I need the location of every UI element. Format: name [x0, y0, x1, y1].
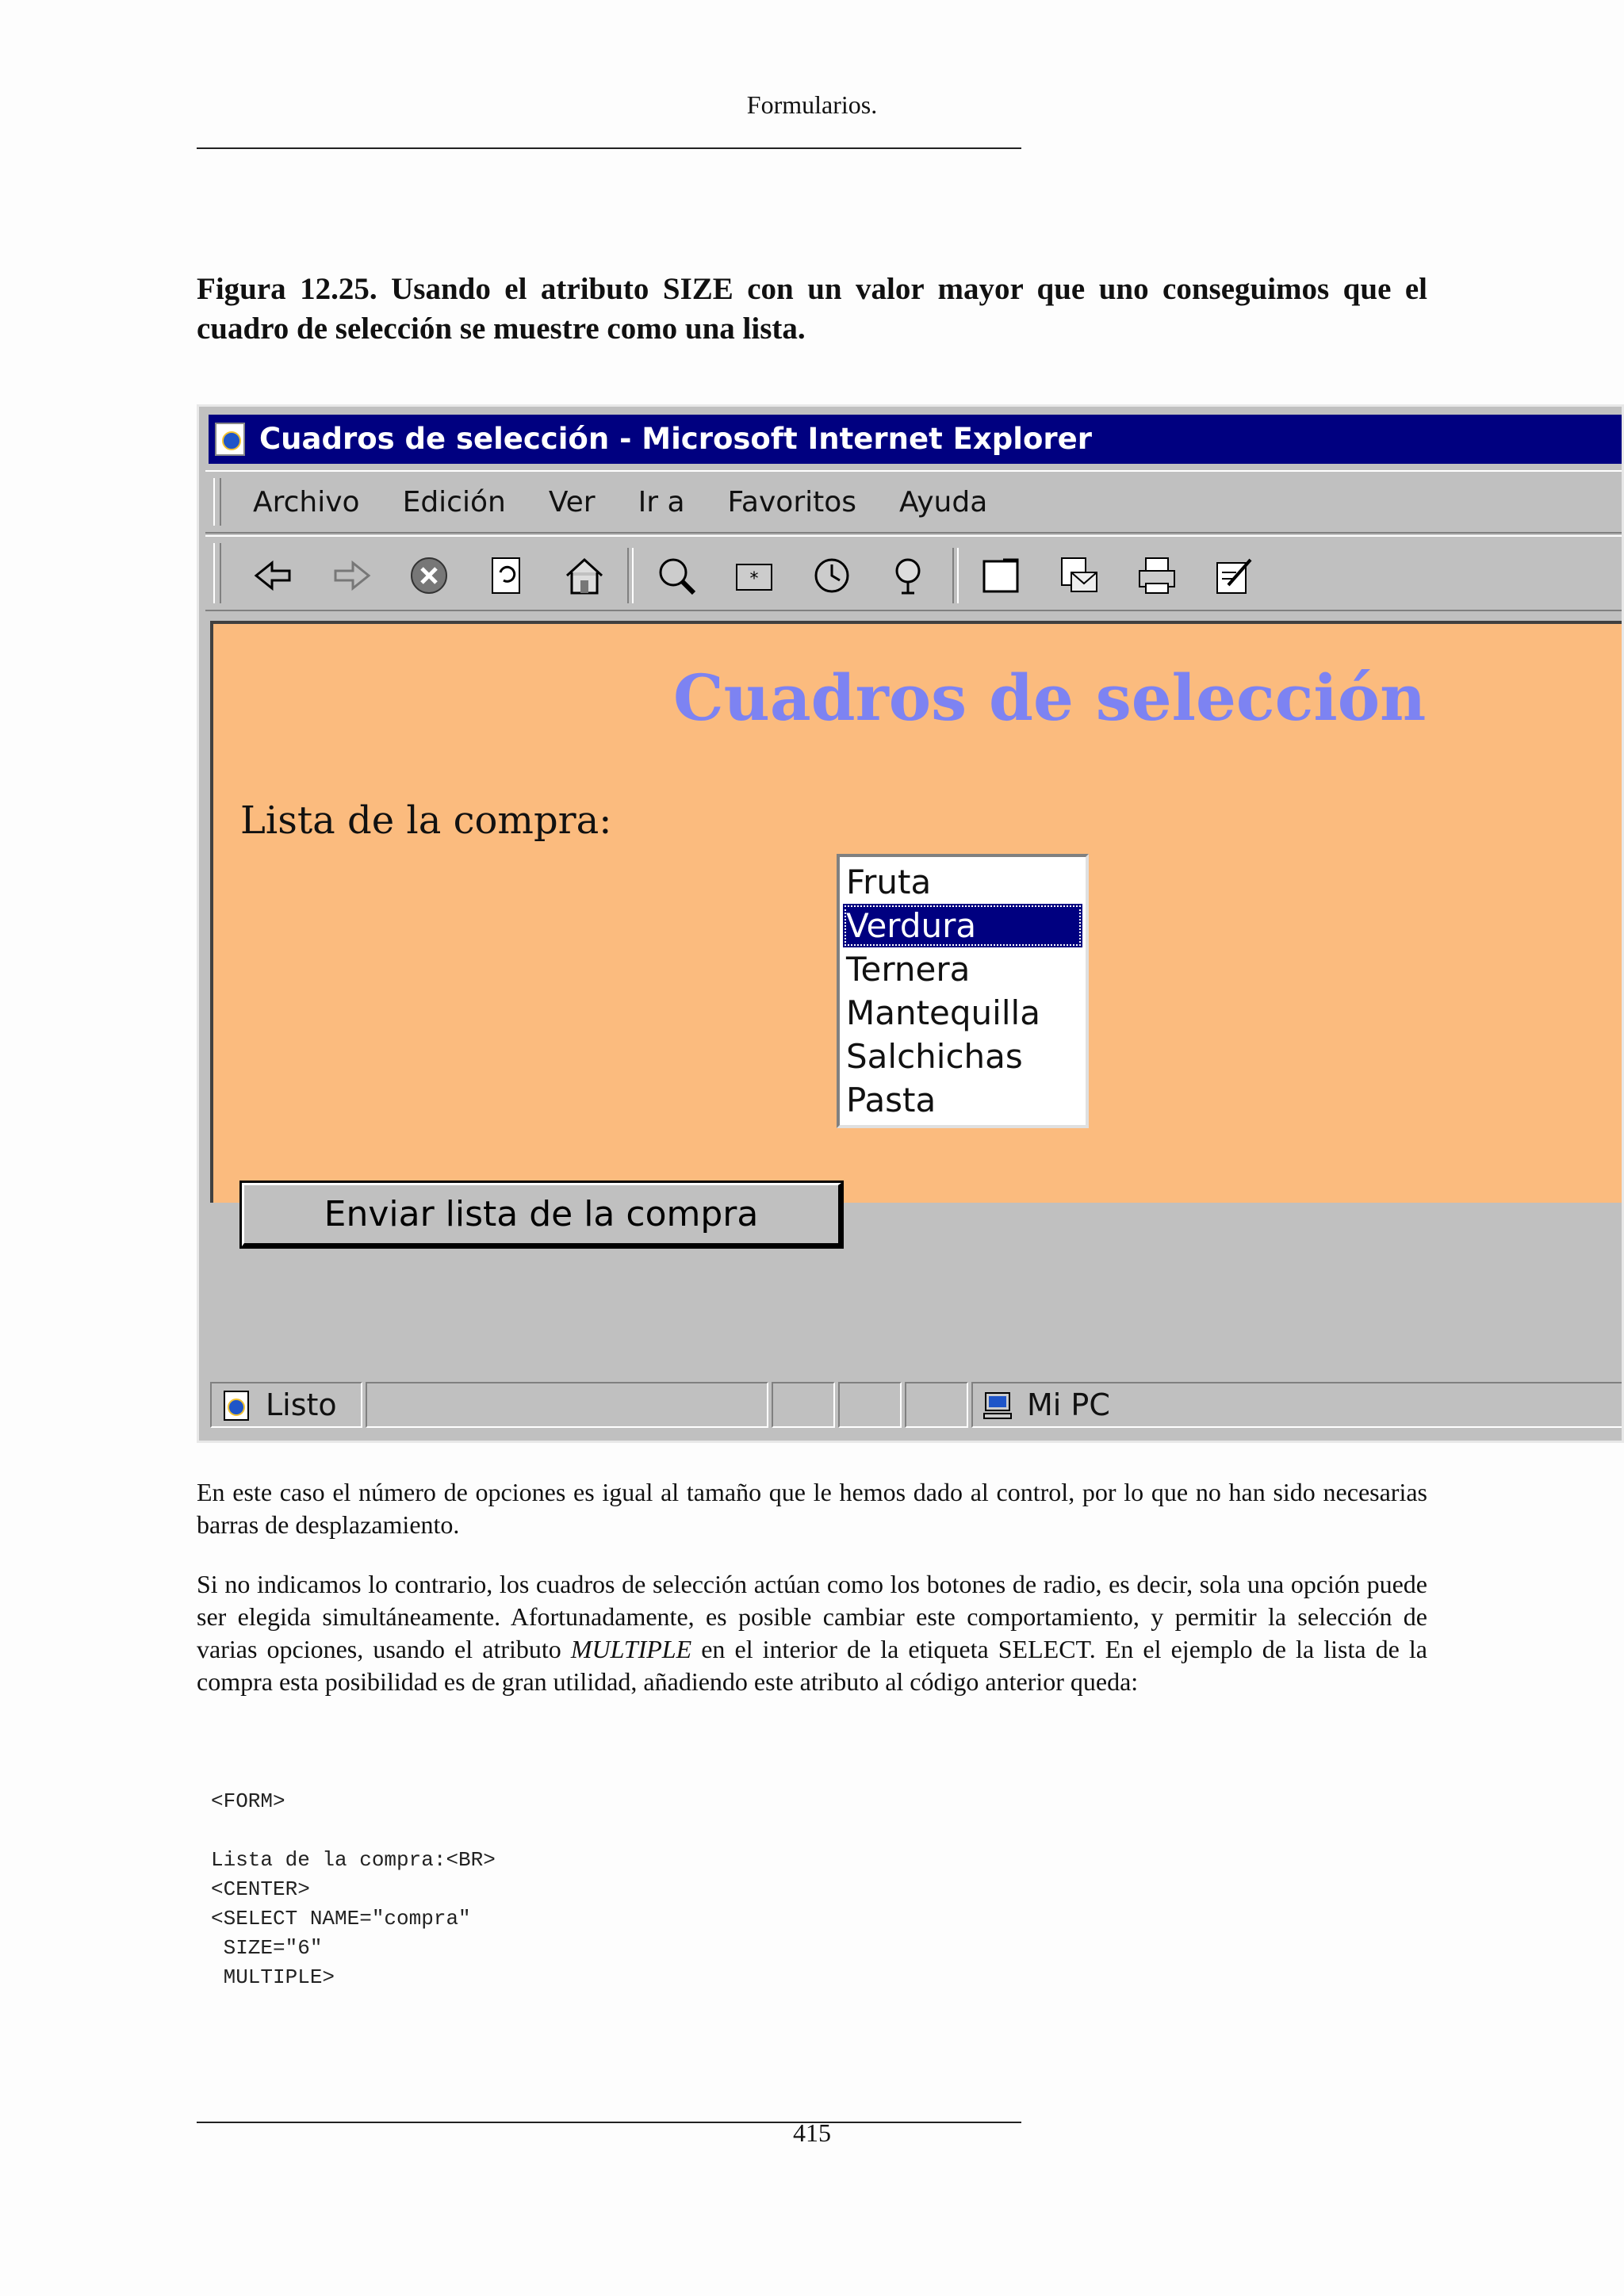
- status-panel: [905, 1382, 968, 1428]
- code-line: <CENTER>: [211, 1877, 310, 1901]
- status-text: Listo: [266, 1387, 337, 1422]
- status-panel-main: Listo: [210, 1382, 362, 1428]
- page-status-icon: [224, 1391, 249, 1421]
- menu-bar: Archivo Edición Ver Ir a Favoritos Ayuda: [205, 470, 1622, 534]
- list-option[interactable]: Ternera: [843, 947, 1082, 991]
- menu-favoritos[interactable]: Favoritos: [728, 486, 857, 519]
- running-header: Formularios.: [746, 90, 878, 119]
- back-arrow-icon[interactable]: [251, 551, 296, 600]
- toolbar: *: [205, 535, 1622, 611]
- code-line: Lista de la compra:<BR>: [211, 1848, 496, 1872]
- ie-logo-icon: [215, 423, 245, 456]
- print-icon[interactable]: [1135, 551, 1179, 600]
- code-line: MULTIPLE>: [211, 1965, 335, 1989]
- window-title-bar: Cuadros de selección - Microsoft Interne…: [209, 415, 1622, 464]
- code-line: SIZE="6": [211, 1936, 323, 1960]
- shopping-list-select[interactable]: Fruta Verdura Ternera Mantequilla Salchi…: [837, 854, 1089, 1128]
- code-line: <SELECT NAME="compra": [211, 1907, 471, 1931]
- list-option[interactable]: Fruta: [843, 860, 1082, 904]
- page-number: 415: [793, 2118, 831, 2147]
- submit-button[interactable]: Enviar lista de la compra: [239, 1181, 844, 1249]
- status-panel: [772, 1382, 835, 1428]
- page-heading: Cuadros de selección: [673, 660, 1427, 735]
- paragraph: En este caso el número de opciones es ig…: [197, 1478, 1427, 1539]
- toolbar-grip: [213, 543, 221, 603]
- list-option[interactable]: Pasta: [843, 1078, 1082, 1122]
- forward-arrow-icon[interactable]: [329, 551, 373, 600]
- computer-icon: [983, 1392, 1012, 1419]
- fullscreen-icon[interactable]: [979, 551, 1024, 600]
- menu-ir-a[interactable]: Ir a: [638, 486, 685, 519]
- page-content-area: Cuadros de selección Lista de la compra:…: [210, 621, 1622, 1249]
- menu-edicion[interactable]: Edición: [403, 486, 506, 519]
- toolbar-separator: [627, 548, 634, 603]
- browser-screenshot: Cuadros de selección - Microsoft Interne…: [197, 404, 1624, 1443]
- menu-ayuda[interactable]: Ayuda: [899, 486, 987, 519]
- svg-text:*: *: [750, 569, 759, 589]
- list-label: Lista de la compra:: [240, 798, 612, 843]
- history-icon[interactable]: [810, 551, 854, 600]
- status-panel-progress: [366, 1382, 768, 1428]
- toolbar-separator: [952, 548, 959, 603]
- attribute-name: MULTIPLE: [570, 1635, 692, 1663]
- code-line: <FORM>: [211, 1789, 285, 1813]
- menu-ver[interactable]: Ver: [549, 486, 596, 519]
- search-icon[interactable]: [654, 551, 699, 600]
- zone-text: Mi PC: [1027, 1387, 1110, 1422]
- figure-caption: Figura 12.25. Usando el atributo SIZE co…: [197, 272, 1427, 346]
- status-panel-zone: Mi PC: [971, 1382, 1622, 1428]
- edit-icon[interactable]: [1212, 551, 1257, 600]
- mail-icon[interactable]: [1057, 551, 1101, 600]
- favorites-icon[interactable]: *: [732, 551, 776, 600]
- stop-icon[interactable]: [407, 551, 451, 600]
- refresh-icon[interactable]: [485, 551, 529, 600]
- list-option-selected[interactable]: Verdura: [843, 904, 1082, 947]
- channels-icon[interactable]: [887, 551, 932, 600]
- menu-archivo[interactable]: Archivo: [253, 486, 360, 519]
- list-option[interactable]: Mantequilla: [843, 991, 1082, 1035]
- window-title: Cuadros de selección - Microsoft Interne…: [259, 422, 1092, 456]
- list-option[interactable]: Salchichas: [843, 1035, 1082, 1078]
- home-icon[interactable]: [562, 551, 607, 600]
- header-rule: [197, 147, 1021, 149]
- status-bar: Listo Mi PC: [210, 1376, 1622, 1434]
- menu-grip: [213, 478, 221, 526]
- status-panel: [838, 1382, 902, 1428]
- paragraph: Si no indicamos lo contrario, los cuadro…: [197, 1568, 1427, 1698]
